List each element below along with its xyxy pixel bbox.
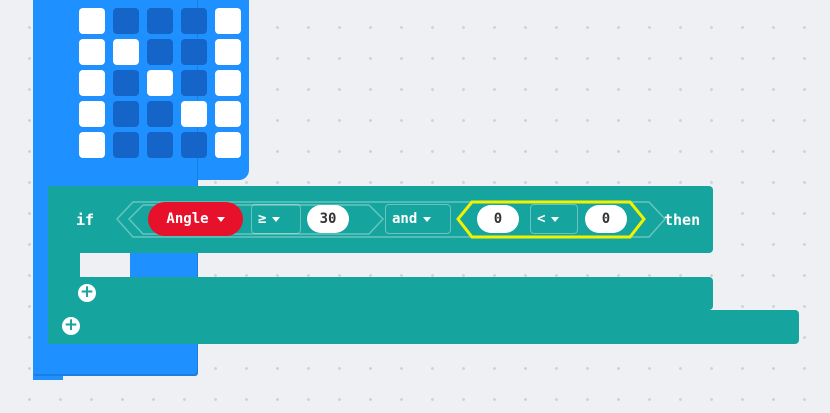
block-notch — [80, 170, 110, 184]
led-cell[interactable] — [113, 8, 139, 34]
if-keyword: if — [76, 211, 95, 229]
led-cell[interactable] — [79, 101, 105, 127]
outer-if-block-spine — [48, 186, 64, 344]
led-cell[interactable] — [113, 70, 139, 96]
led-cell[interactable] — [147, 8, 173, 34]
led-cell[interactable] — [147, 101, 173, 127]
right-number-input[interactable]: 0 — [585, 205, 627, 233]
plus-icon: + — [79, 282, 95, 302]
chevron-down-icon — [551, 216, 560, 222]
outer-if-block-footer[interactable] — [48, 310, 799, 344]
threshold-number-input[interactable]: 30 — [307, 205, 349, 233]
angle-variable[interactable]: Angle — [148, 202, 243, 236]
led-cell[interactable] — [147, 70, 173, 96]
led-cell[interactable] — [181, 70, 207, 96]
led-cell[interactable] — [181, 132, 207, 158]
logic-label: and — [392, 211, 418, 227]
operator-label: < — [537, 211, 546, 227]
plus-icon: + — [63, 315, 79, 335]
empty-statement-slot[interactable] — [80, 253, 130, 277]
led-cell[interactable] — [79, 8, 105, 34]
led-cell[interactable] — [113, 39, 139, 65]
led-cell[interactable] — [215, 101, 241, 127]
led-cell[interactable] — [147, 132, 173, 158]
led-cell[interactable] — [181, 8, 207, 34]
led-cell[interactable] — [79, 132, 105, 158]
led-cell[interactable] — [113, 132, 139, 158]
inner-operator-dropdown[interactable]: < — [530, 204, 578, 234]
chevron-down-icon[interactable] — [216, 216, 225, 222]
led-cell[interactable] — [215, 39, 241, 65]
then-keyword: then — [664, 211, 701, 229]
led-cell[interactable] — [215, 8, 241, 34]
if-block-footer[interactable] — [63, 277, 713, 310]
led-grid[interactable] — [79, 8, 245, 168]
operator-label: ≥ — [258, 211, 267, 227]
left-number-input[interactable]: 0 — [477, 205, 519, 233]
add-else-button-outer[interactable]: + — [62, 317, 80, 335]
led-cell[interactable] — [79, 39, 105, 65]
chevron-down-icon — [423, 216, 432, 222]
logic-operator-dropdown[interactable]: and — [385, 204, 451, 234]
led-cell[interactable] — [215, 132, 241, 158]
led-cell[interactable] — [181, 101, 207, 127]
variable-label: Angle — [166, 211, 209, 227]
led-cell[interactable] — [181, 39, 207, 65]
led-cell[interactable] — [79, 70, 105, 96]
led-cell[interactable] — [215, 70, 241, 96]
comparison-operator-dropdown[interactable]: ≥ — [251, 204, 301, 234]
add-else-button[interactable]: + — [78, 284, 96, 302]
led-cell[interactable] — [147, 39, 173, 65]
chevron-down-icon — [272, 216, 281, 222]
led-cell[interactable] — [113, 101, 139, 127]
